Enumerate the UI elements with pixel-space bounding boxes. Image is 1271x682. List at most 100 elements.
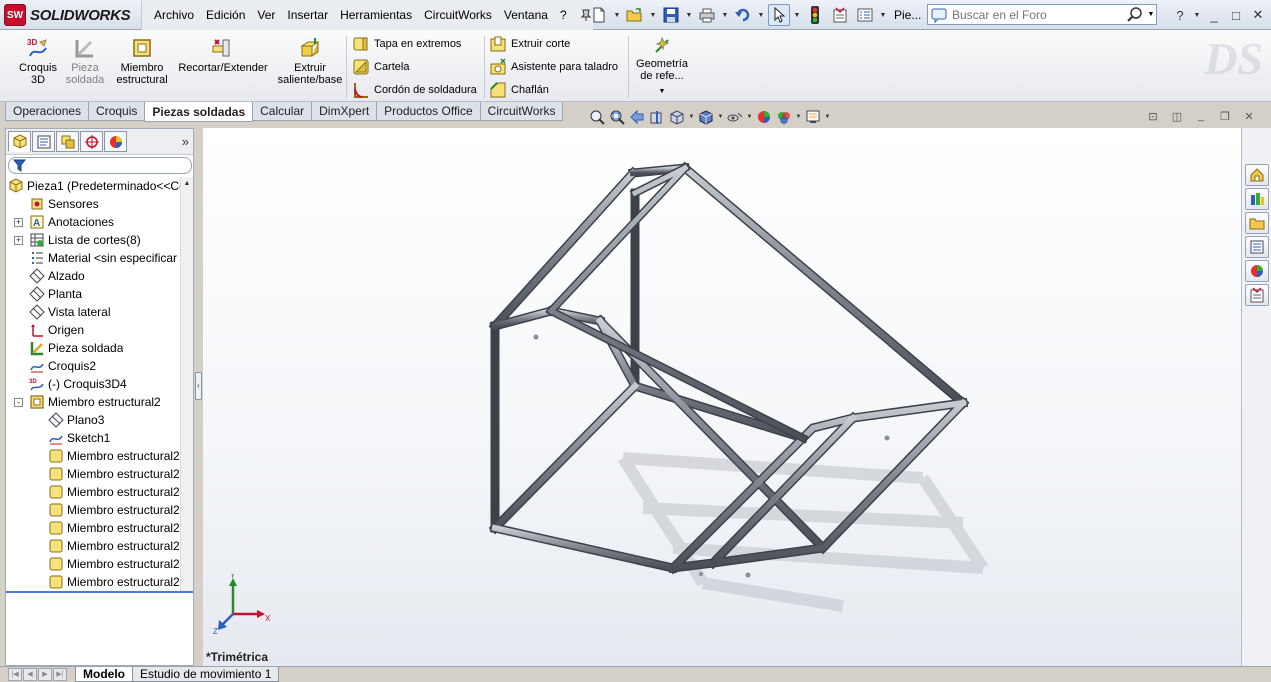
- more-tabs-icon[interactable]: »: [182, 134, 189, 149]
- section-view-icon[interactable]: [648, 108, 666, 126]
- undo-icon[interactable]: [732, 4, 754, 26]
- file-explorer-icon[interactable]: [1245, 212, 1269, 234]
- tree-item[interactable]: Material <sin especificar: [6, 249, 180, 267]
- recortar-extender-button[interactable]: Recortar/Extender: [176, 36, 270, 74]
- extruir-saliente-button[interactable]: Extruir saliente/base: [276, 36, 344, 86]
- tab-estudio-movimiento[interactable]: Estudio de movimiento 1: [132, 667, 280, 682]
- tapa-extremos-button[interactable]: Tapa en extremos: [352, 32, 477, 55]
- tree-item[interactable]: Miembro estructural2: [6, 573, 180, 591]
- graphics-area[interactable]: Y X Z *Trimétrica: [203, 128, 1241, 666]
- first-tab-icon[interactable]: |◀: [8, 668, 22, 681]
- print-dropdown-icon[interactable]: ▼: [721, 12, 729, 19]
- tree-item[interactable]: Pieza soldada: [6, 339, 180, 357]
- tree-item[interactable]: Miembro estructural2: [6, 465, 180, 483]
- viewport-close-icon[interactable]: ✕: [1241, 108, 1257, 124]
- tab-operaciones[interactable]: Operaciones: [5, 102, 90, 121]
- tree-filter[interactable]: [8, 157, 192, 174]
- edit-appearance-icon[interactable]: [755, 108, 773, 126]
- menu-help[interactable]: ?: [554, 8, 573, 22]
- tree-item[interactable]: Miembro estructural2: [6, 519, 180, 537]
- croquis-3d-button[interactable]: 3D Croquis 3D: [14, 36, 62, 86]
- hide-show-items-icon[interactable]: [726, 108, 744, 126]
- cartela-button[interactable]: Cartela: [352, 55, 477, 78]
- display-manager-tab-icon[interactable]: [104, 131, 127, 152]
- extruir-corte-button[interactable]: Extruir corte: [489, 32, 618, 55]
- viewport-split-icon[interactable]: ⊡: [1145, 108, 1161, 124]
- save-icon[interactable]: [660, 4, 682, 26]
- document-name[interactable]: Pie...: [894, 8, 921, 22]
- menu-circuitworks[interactable]: CircuitWorks: [418, 8, 498, 22]
- options-dropdown-icon[interactable]: ▼: [879, 12, 887, 19]
- dimxpert-manager-tab-icon[interactable]: [80, 131, 103, 152]
- configuration-manager-tab-icon[interactable]: [56, 131, 79, 152]
- tab-croquis[interactable]: Croquis: [88, 102, 146, 121]
- tree-item[interactable]: - Miembro estructural2: [6, 393, 180, 411]
- tree-item[interactable]: Miembro estructural2: [6, 447, 180, 465]
- search-input[interactable]: [952, 7, 1126, 22]
- print-icon[interactable]: [696, 4, 718, 26]
- tree-item[interactable]: Miembro estructural2: [6, 501, 180, 519]
- solidworks-logo[interactable]: SW SOLIDWORKS: [4, 4, 131, 26]
- zoom-to-area-icon[interactable]: [608, 108, 626, 126]
- next-tab-icon[interactable]: ▶: [38, 668, 52, 681]
- pieza-soldada-button[interactable]: Pieza soldada: [64, 36, 106, 86]
- menu-archivo[interactable]: Archivo: [148, 8, 200, 22]
- tree-item[interactable]: Croquis2: [6, 357, 180, 375]
- close-icon[interactable]: ✕: [1249, 6, 1267, 24]
- weldment-frame-model[interactable]: [203, 128, 1241, 666]
- tab-modelo[interactable]: Modelo: [75, 667, 133, 682]
- collapse-panel-icon[interactable]: ‹: [195, 372, 202, 400]
- help-dropdown-icon[interactable]: ▼: [1193, 12, 1201, 19]
- tree-item[interactable]: Miembro estructural2: [6, 483, 180, 501]
- tab-circuitworks[interactable]: CircuitWorks: [479, 102, 564, 121]
- view-settings-icon[interactable]: [804, 108, 822, 126]
- open-dropdown-icon[interactable]: ▼: [649, 12, 657, 19]
- menu-ver[interactable]: Ver: [251, 8, 281, 22]
- select-dropdown-icon[interactable]: ▼: [793, 12, 801, 19]
- search-dropdown-icon[interactable]: ▼: [1146, 11, 1156, 18]
- hide-show-dropdown-icon[interactable]: ▼: [746, 114, 753, 120]
- custom-properties-icon[interactable]: [1245, 284, 1269, 306]
- view-orientation-icon[interactable]: [668, 108, 686, 126]
- tree-item[interactable]: Sensores: [6, 195, 180, 213]
- zoom-to-fit-icon[interactable]: [588, 108, 606, 126]
- viewport-restore-icon[interactable]: ❐: [1217, 108, 1233, 124]
- tree-item[interactable]: Plano3: [6, 411, 180, 429]
- search-icon[interactable]: [1126, 6, 1144, 24]
- last-tab-icon[interactable]: ▶|: [53, 668, 67, 681]
- minimize-icon[interactable]: _: [1205, 6, 1223, 24]
- options-icon[interactable]: [854, 4, 876, 26]
- panel-divider[interactable]: [6, 591, 193, 593]
- asistente-taladro-button[interactable]: Asistente para taladro: [489, 55, 618, 78]
- new-document-icon[interactable]: [588, 4, 610, 26]
- menu-herramientas[interactable]: Herramientas: [334, 8, 418, 22]
- menu-edicion[interactable]: Edición: [200, 8, 251, 22]
- maximize-icon[interactable]: □: [1227, 6, 1245, 24]
- cordon-soldadura-button[interactable]: Cordón de soldadura: [352, 78, 477, 101]
- tree-item[interactable]: Alzado: [6, 267, 180, 285]
- tree-root[interactable]: Pieza1 (Predeterminado<<Co: [6, 177, 180, 195]
- expand-icon[interactable]: +: [14, 217, 23, 227]
- scroll-up-icon[interactable]: ▲: [181, 177, 193, 191]
- menu-insertar[interactable]: Insertar: [281, 8, 334, 22]
- tree-item[interactable]: Origen: [6, 321, 180, 339]
- rebuild-traffic-light-icon[interactable]: [804, 4, 826, 26]
- open-folder-icon[interactable]: [624, 4, 646, 26]
- new-dropdown-icon[interactable]: ▼: [613, 12, 621, 19]
- appearances-icon[interactable]: [1245, 260, 1269, 282]
- expand-icon[interactable]: +: [14, 235, 23, 245]
- file-properties-icon[interactable]: [829, 4, 851, 26]
- chaflan-button[interactable]: Chaflán: [489, 78, 618, 101]
- prev-tab-icon[interactable]: ◀: [23, 668, 37, 681]
- property-manager-tab-icon[interactable]: [32, 131, 55, 152]
- miembro-estructural-button[interactable]: Miembro estructural: [112, 36, 172, 86]
- display-style-dropdown-icon[interactable]: ▼: [717, 114, 724, 120]
- geometria-dropdown-icon[interactable]: ▼: [659, 86, 666, 98]
- help-icon[interactable]: ?: [1171, 6, 1189, 24]
- tab-dimxpert[interactable]: DimXpert: [311, 102, 378, 121]
- undo-dropdown-icon[interactable]: ▼: [757, 12, 765, 19]
- view-orientation-dropdown-icon[interactable]: ▼: [688, 114, 695, 120]
- panel-splitter[interactable]: ‹: [194, 128, 203, 666]
- previous-view-icon[interactable]: [628, 108, 646, 126]
- tab-piezas-soldadas[interactable]: Piezas soldadas: [144, 102, 254, 122]
